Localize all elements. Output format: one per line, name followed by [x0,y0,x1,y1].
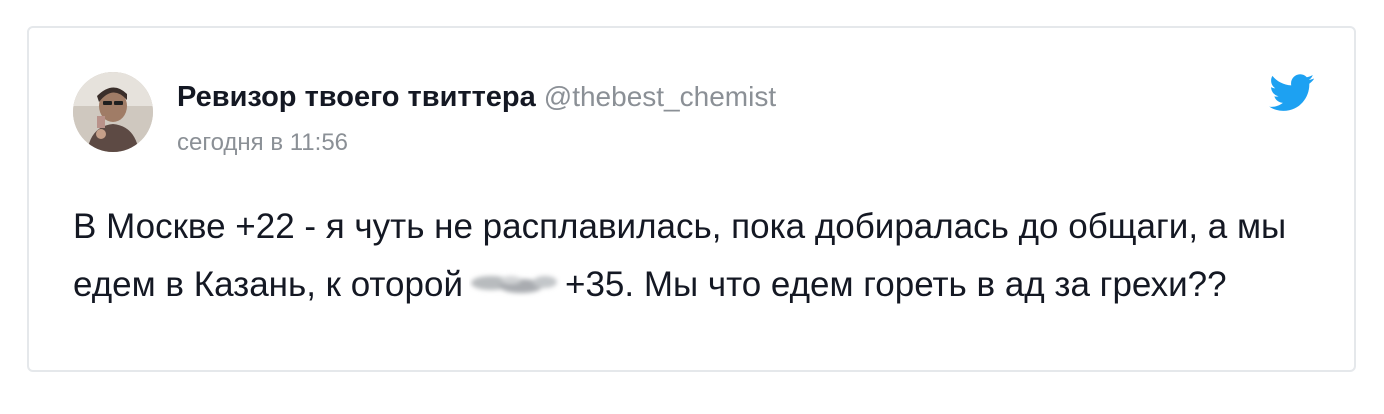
timestamp[interactable]: сегодня в 11:56 [177,128,348,158]
tweet-text-part2: +35. Мы что едем гореть в ад за грехи?? [565,265,1227,304]
tweet-text: В Москве +22 - я чуть не расплавилась, п… [73,198,1293,314]
display-name[interactable]: Ревизор твоего твиттера [177,81,536,113]
user-handle[interactable]: @thebest_chemist [544,81,776,112]
twitter-bird-icon-svg [1269,74,1315,111]
avatar-photo [73,72,153,152]
avatar[interactable] [73,72,153,152]
blurred-emoji [469,258,561,293]
blur-icon [471,276,557,293]
tweet-card: Ревизор твоего твиттера @thebest_chemist … [27,26,1356,372]
author-line: Ревизор твоего твиттера @thebest_chemist [177,80,776,119]
twitter-bird-icon[interactable] [1269,74,1315,112]
